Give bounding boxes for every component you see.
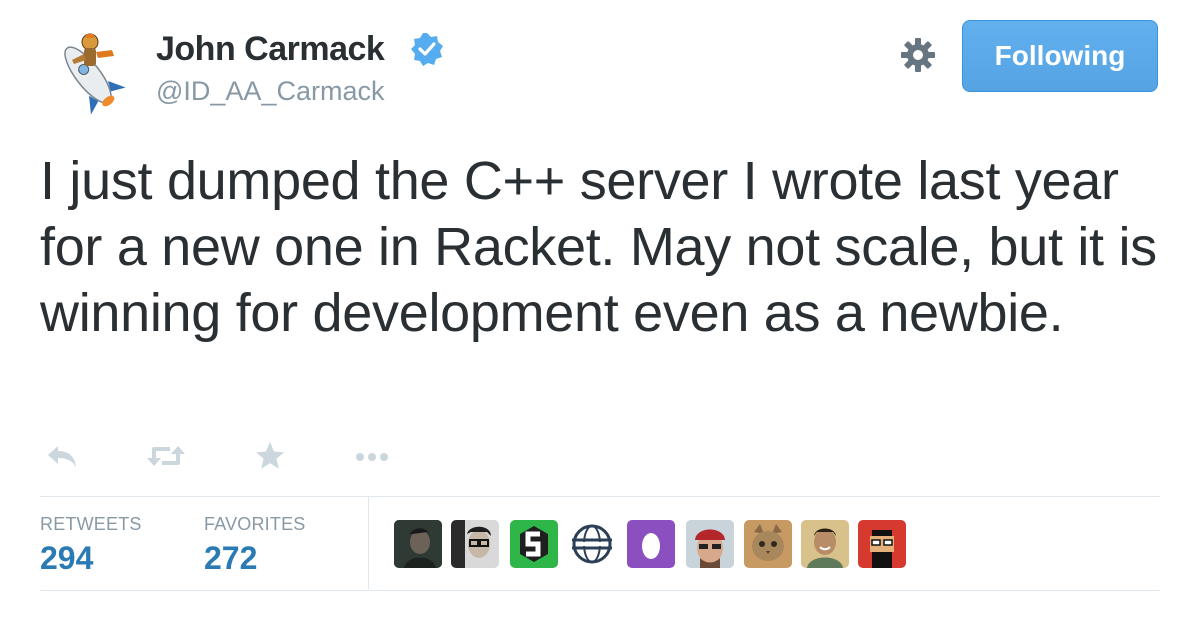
stats-vertical-divider xyxy=(368,497,369,589)
bandana-portrait-avatar-icon xyxy=(686,520,734,568)
stats-bottom-divider xyxy=(40,590,1160,591)
reply-arrow-icon[interactable] xyxy=(44,436,80,476)
cat-avatar-icon xyxy=(744,520,792,568)
favoriter-avatar[interactable] xyxy=(686,520,734,568)
favorites-count[interactable]: 272 xyxy=(204,540,257,577)
screen-name[interactable]: @ID_AA_Carmack xyxy=(156,76,384,107)
favoriter-avatar[interactable] xyxy=(510,520,558,568)
green-logo-avatar-icon xyxy=(510,520,558,568)
display-name[interactable]: John Carmack xyxy=(156,30,385,69)
favoriter-avatar[interactable] xyxy=(627,520,675,568)
purple-egg-avatar-icon xyxy=(627,520,675,568)
ellipsis-icon[interactable] xyxy=(352,436,396,476)
user-avatar[interactable] xyxy=(40,20,136,116)
favoriter-avatar[interactable] xyxy=(858,520,906,568)
favoriter-avatar[interactable] xyxy=(744,520,792,568)
tweet-text: I just dumped the C++ server I wrote las… xyxy=(40,151,1157,343)
dark-portrait-avatar-icon xyxy=(394,520,442,568)
retweet-icon[interactable] xyxy=(144,436,188,476)
glasses-portrait-avatar-icon xyxy=(451,520,499,568)
favoriter-avatar[interactable] xyxy=(394,520,442,568)
stats-top-divider xyxy=(40,496,1160,497)
favorites-label: FAVORITES xyxy=(204,514,306,534)
favoriter-avatar[interactable] xyxy=(801,520,849,568)
star-icon[interactable] xyxy=(252,436,288,476)
retweets-count[interactable]: 294 xyxy=(40,540,93,577)
pixel-art-avatar-icon xyxy=(858,520,906,568)
verified-badge-icon xyxy=(411,33,443,66)
following-button[interactable]: Following xyxy=(962,20,1158,92)
favoriter-avatar[interactable] xyxy=(451,520,499,568)
rocket-rider-avatar-icon xyxy=(64,33,126,115)
favoriter-avatar[interactable] xyxy=(568,520,616,568)
retweets-label: RETWEETS xyxy=(40,514,142,534)
globe-logo-avatar-icon xyxy=(568,520,616,568)
smiling-portrait-avatar-icon xyxy=(801,520,849,568)
gear-icon[interactable] xyxy=(898,35,938,75)
